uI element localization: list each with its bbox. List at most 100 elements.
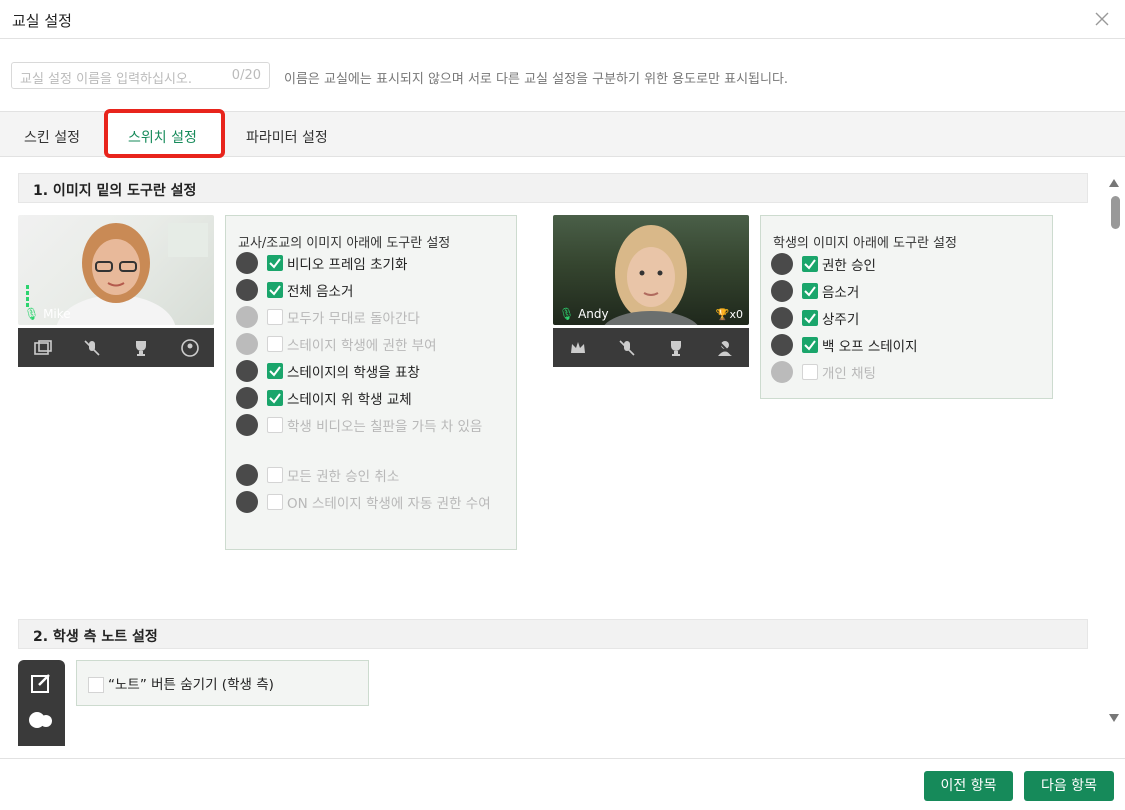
option-label: 스테이지 학생에 권한 부여 <box>287 338 437 354</box>
dialog-footer: 이전 항목 다음 항목 <box>0 758 1125 810</box>
checkbox[interactable] <box>267 467 283 483</box>
mic-icon: 🎙 <box>24 307 40 321</box>
section-toolbar-header: 1. 이미지 밑의 도구란 설정 <box>18 173 1088 203</box>
teacher-toolbar-panel: 교사/조교의 이미지 아래에 도구란 설정 비디오 프레임 초기화 전체 음소거… <box>225 215 517 550</box>
teacher-name-tag: 🎙 Mike <box>24 307 71 321</box>
option-label: ON 스테이지 학생에 자동 권한 수여 <box>287 496 491 512</box>
teacher-toolbar <box>18 328 214 367</box>
teacher-option-award[interactable]: 스테이지의 학생을 표창 <box>236 360 506 384</box>
teacher-option-revoke[interactable]: 모든 권한 승인 취소 <box>236 464 506 488</box>
scrollbar-thumb[interactable] <box>1111 196 1120 229</box>
checkbox[interactable] <box>802 364 818 380</box>
teacher-video-preview: 🎙 Mike <box>18 215 214 325</box>
option-label: 개인 채팅 <box>822 366 876 382</box>
teacher-option-mute-all[interactable]: 전체 음소거 <box>236 279 506 303</box>
checkbox[interactable] <box>267 363 283 379</box>
mute-all-icon <box>236 279 258 301</box>
checkbox[interactable] <box>802 337 818 353</box>
trophy-icon <box>771 307 793 329</box>
trophy-icon <box>665 337 687 359</box>
mic-off-icon <box>616 337 638 359</box>
checkbox[interactable] <box>802 256 818 272</box>
teacher-option-video-frame[interactable]: 비디오 프레임 초기화 <box>236 252 506 276</box>
grid-icon <box>236 414 258 436</box>
all-stage-icon <box>236 306 258 328</box>
scroll-down-arrow[interactable] <box>1109 714 1119 722</box>
checkbox[interactable] <box>267 336 283 352</box>
student-panel-title: 학생의 이미지 아래에 도구란 설정 <box>773 236 957 251</box>
auto-grant-icon <box>236 491 258 513</box>
student-toolbar-panel: 학생의 이미지 아래에 도구란 설정 권한 승인 음소거 상주기 백 오프 스테… <box>760 215 1053 399</box>
video-frame-icon <box>32 337 54 359</box>
settings-name-input[interactable]: 교실 설정 이름을 입력하십시오. 0/20 <box>11 62 270 89</box>
option-label: 전체 음소거 <box>287 284 354 300</box>
teacher-option-all-stage[interactable]: 모두가 무대로 돌아간다 <box>236 306 506 330</box>
prev-button[interactable]: 이전 항목 <box>924 771 1013 801</box>
option-label: 스테이지의 학생을 표창 <box>287 365 420 381</box>
crown-icon <box>567 337 589 359</box>
next-button[interactable]: 다음 항목 <box>1024 771 1114 801</box>
trophy-icon: 🏆 <box>715 308 730 321</box>
mic-icon: 🎙 <box>559 307 575 321</box>
option-label: 백 오프 스테이지 <box>822 339 918 355</box>
teacher-option-auto-grant[interactable]: ON 스테이지 학생에 자동 권한 수여 <box>236 491 506 537</box>
swap-icon <box>236 387 258 409</box>
student-option-award[interactable]: 상주기 <box>771 307 1041 331</box>
mic-off-icon <box>771 280 793 302</box>
checkbox[interactable] <box>267 417 283 433</box>
video-frame-icon <box>236 252 258 274</box>
swap-icon <box>179 337 201 359</box>
trophy-icon <box>130 337 152 359</box>
teacher-option-fill-board[interactable]: 학생 비디오는 칠판을 가득 차 있음 <box>236 414 506 460</box>
close-icon[interactable] <box>1093 10 1111 28</box>
mute-all-icon <box>81 337 103 359</box>
option-label: 상주기 <box>822 312 860 328</box>
student-option-mute[interactable]: 음소거 <box>771 280 1041 304</box>
teacher-name: Mike <box>43 307 71 321</box>
checkbox[interactable] <box>267 390 283 406</box>
help-chat-icon <box>29 712 52 728</box>
checkbox[interactable] <box>267 282 283 298</box>
teacher-panel-title: 교사/조교의 이미지 아래에 도구란 설정 <box>238 236 451 251</box>
option-label: 권한 승인 <box>822 258 876 274</box>
tab-highlight-box <box>104 109 225 158</box>
tab-parameter[interactable]: 파라미터 설정 <box>246 127 328 147</box>
name-hint-text: 이름은 교실에는 표시되지 않으며 서로 다른 교실 설정을 구분하기 위한 용… <box>284 72 789 87</box>
note-option-panel: “노트” 버튼 숨기기 (학생 측) <box>76 660 369 706</box>
teacher-option-grant[interactable]: 스테이지 학생에 권한 부여 <box>236 333 506 357</box>
student-name-tag: 🎙 Andy <box>559 307 609 321</box>
note-side-toolbar <box>18 660 65 746</box>
student-name: Andy <box>578 307 609 321</box>
teacher-option-swap[interactable]: 스테이지 위 학생 교체 <box>236 387 506 411</box>
trophy-icon <box>236 360 258 382</box>
tab-skin[interactable]: 스킨 설정 <box>24 127 80 147</box>
off-stage-icon <box>714 337 736 359</box>
chat-icon <box>771 361 793 383</box>
option-label: 스테이지 위 학생 교체 <box>287 392 412 408</box>
checkbox[interactable] <box>267 255 283 271</box>
hide-note-checkbox[interactable] <box>88 677 104 693</box>
student-option-private-chat[interactable]: 개인 채팅 <box>771 361 1041 385</box>
name-char-counter: 0/20 <box>231 68 261 83</box>
student-option-off-stage[interactable]: 백 오프 스테이지 <box>771 334 1041 358</box>
option-label: 음소거 <box>822 285 860 301</box>
hide-note-label: “노트” 버튼 숨기기 (학생 측) <box>108 677 274 693</box>
dialog-title-bar: 교실 설정 <box>0 0 1125 39</box>
checkbox[interactable] <box>802 310 818 326</box>
student-option-grant[interactable]: 권한 승인 <box>771 253 1041 277</box>
name-input-placeholder: 교실 설정 이름을 입력하십시오. <box>20 72 193 87</box>
checkbox[interactable] <box>267 494 283 510</box>
grant-icon <box>236 333 258 355</box>
section-note-header: 2. 학생 측 노트 설정 <box>18 619 1088 649</box>
trophy-count: x0 <box>729 308 743 321</box>
student-trophy-count: 🏆x0 <box>716 308 743 321</box>
edit-note-icon <box>31 674 50 693</box>
scroll-up-arrow[interactable] <box>1109 179 1119 187</box>
off-stage-icon <box>771 334 793 356</box>
checkbox[interactable] <box>802 283 818 299</box>
option-label: 비디오 프레임 초기화 <box>287 257 408 273</box>
checkbox[interactable] <box>267 309 283 325</box>
crown-icon <box>771 253 793 275</box>
student-toolbar <box>553 328 749 367</box>
student-video-preview: 🎙 Andy 🏆x0 <box>553 215 749 325</box>
